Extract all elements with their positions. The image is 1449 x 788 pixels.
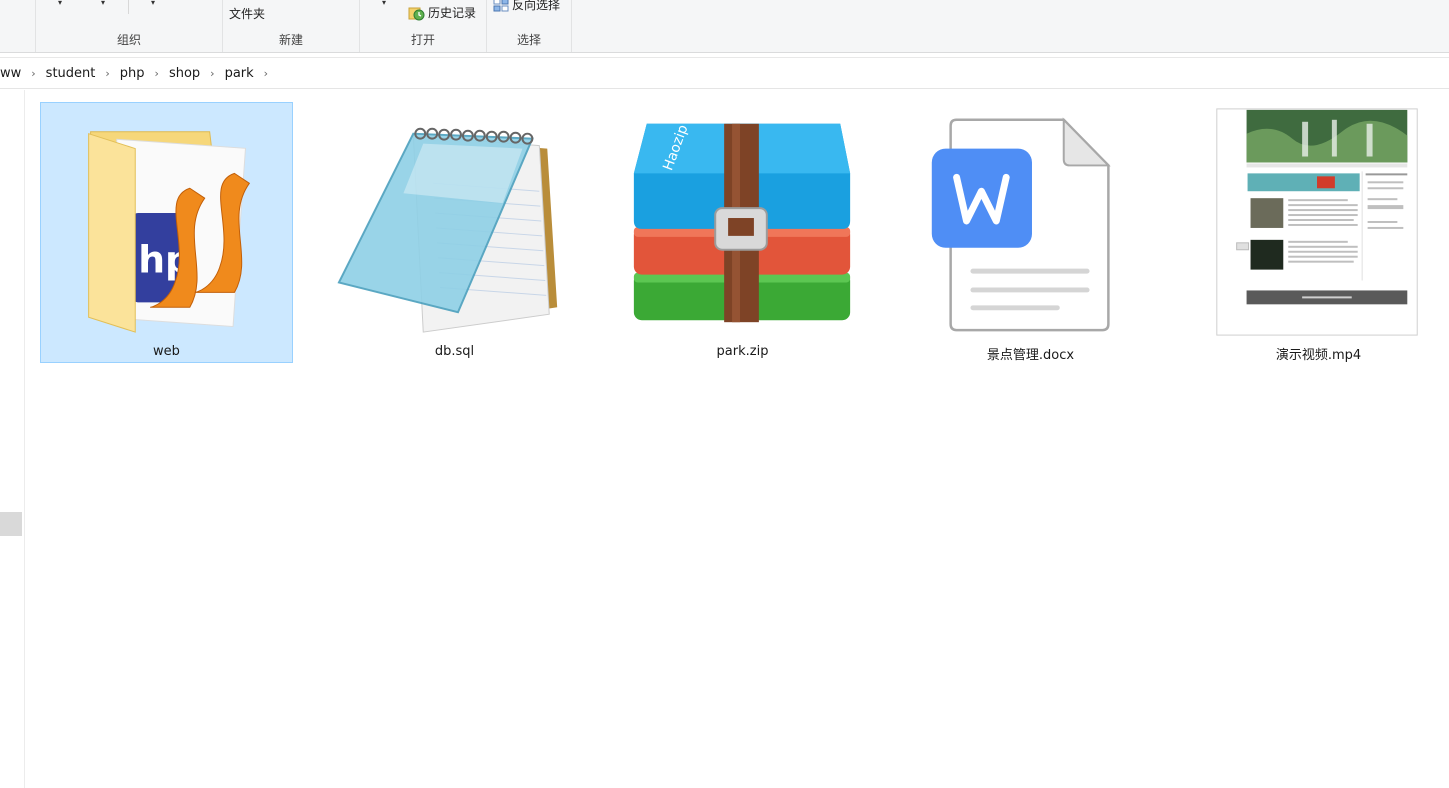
ribbon-group-label: 打开 (410, 33, 435, 47)
ribbon-group-label: 新建 (278, 33, 303, 47)
ribbon-separator (128, 0, 129, 14)
file-item-mp4[interactable]: 演示视频.mp4 (1192, 102, 1445, 363)
file-item-park-zip[interactable]: Haozip park.zip (616, 102, 869, 363)
invert-selection-button[interactable]: 反向选择 (493, 0, 560, 13)
notepad-icon (337, 127, 558, 333)
file-name[interactable]: 景点管理.docx (905, 344, 1156, 363)
video-thumbnail (1216, 108, 1418, 336)
chevron-right-icon[interactable]: › (258, 67, 274, 80)
navigation-pane[interactable] (0, 90, 25, 788)
ribbon-group-new: 文件夹 新建 (223, 0, 360, 52)
chevron-down-icon[interactable]: ▾ (58, 0, 62, 7)
file-view[interactable]: hp web db.sql Haozip park.zip 景点管理.docx … (25, 90, 1449, 788)
wps-document-icon (931, 117, 1111, 332)
chevron-down-icon[interactable]: ▾ (382, 0, 386, 7)
history-icon (408, 7, 425, 20)
ribbon-group-label: 选择 (516, 33, 541, 47)
file-name[interactable]: park.zip (617, 344, 868, 359)
history-label: 历史记录 (428, 6, 477, 20)
chevron-right-icon[interactable]: › (149, 67, 165, 80)
breadcrumb-item[interactable]: student (42, 66, 100, 81)
ribbon: ▾ ▾ ▾ 组织 文件夹 新建 ▾ 历史记录 打开 反向选择 选择 (0, 0, 1449, 53)
file-item-db-sql[interactable]: db.sql (328, 102, 581, 363)
new-folder-label: 文件夹 (229, 7, 266, 21)
ribbon-group-select: 反向选择 选择 (487, 0, 572, 52)
breadcrumb-item[interactable]: php (116, 66, 149, 81)
file-name[interactable]: db.sql (329, 344, 580, 359)
breadcrumb-item[interactable]: park (221, 66, 258, 81)
invert-selection-label: 反向选择 (512, 0, 561, 12)
haozip-archive-icon: Haozip (633, 123, 851, 323)
breadcrumb-item[interactable]: ww (0, 66, 25, 81)
chevron-right-icon[interactable]: › (25, 67, 41, 80)
chevron-down-icon[interactable]: ▾ (151, 0, 155, 7)
nav-pane-scroll-thumb[interactable] (0, 512, 22, 536)
file-item-web[interactable]: hp web (40, 102, 293, 363)
ribbon-group-label: 组织 (116, 33, 141, 47)
ribbon-group-organize: ▾ ▾ ▾ 组织 (35, 0, 223, 52)
chevron-right-icon[interactable]: › (99, 67, 115, 80)
file-name[interactable]: 演示视频.mp4 (1193, 344, 1444, 363)
ribbon-group-open: ▾ 历史记录 打开 (360, 0, 487, 52)
file-name[interactable]: web (41, 344, 292, 359)
chevron-down-icon[interactable]: ▾ (101, 0, 105, 7)
file-item-docx[interactable]: 景点管理.docx (904, 102, 1157, 363)
breadcrumb: ww › student › php › shop › park › (0, 58, 274, 89)
history-button[interactable]: 历史记录 (408, 4, 476, 21)
breadcrumb-item[interactable]: shop (165, 66, 204, 81)
address-bar[interactable]: ww › student › php › shop › park › (0, 57, 1449, 89)
php-folder-icon: hp (88, 131, 251, 333)
new-folder-button[interactable]: 文件夹 (229, 5, 265, 22)
invert-selection-icon (493, 0, 509, 11)
chevron-right-icon[interactable]: › (204, 67, 220, 80)
